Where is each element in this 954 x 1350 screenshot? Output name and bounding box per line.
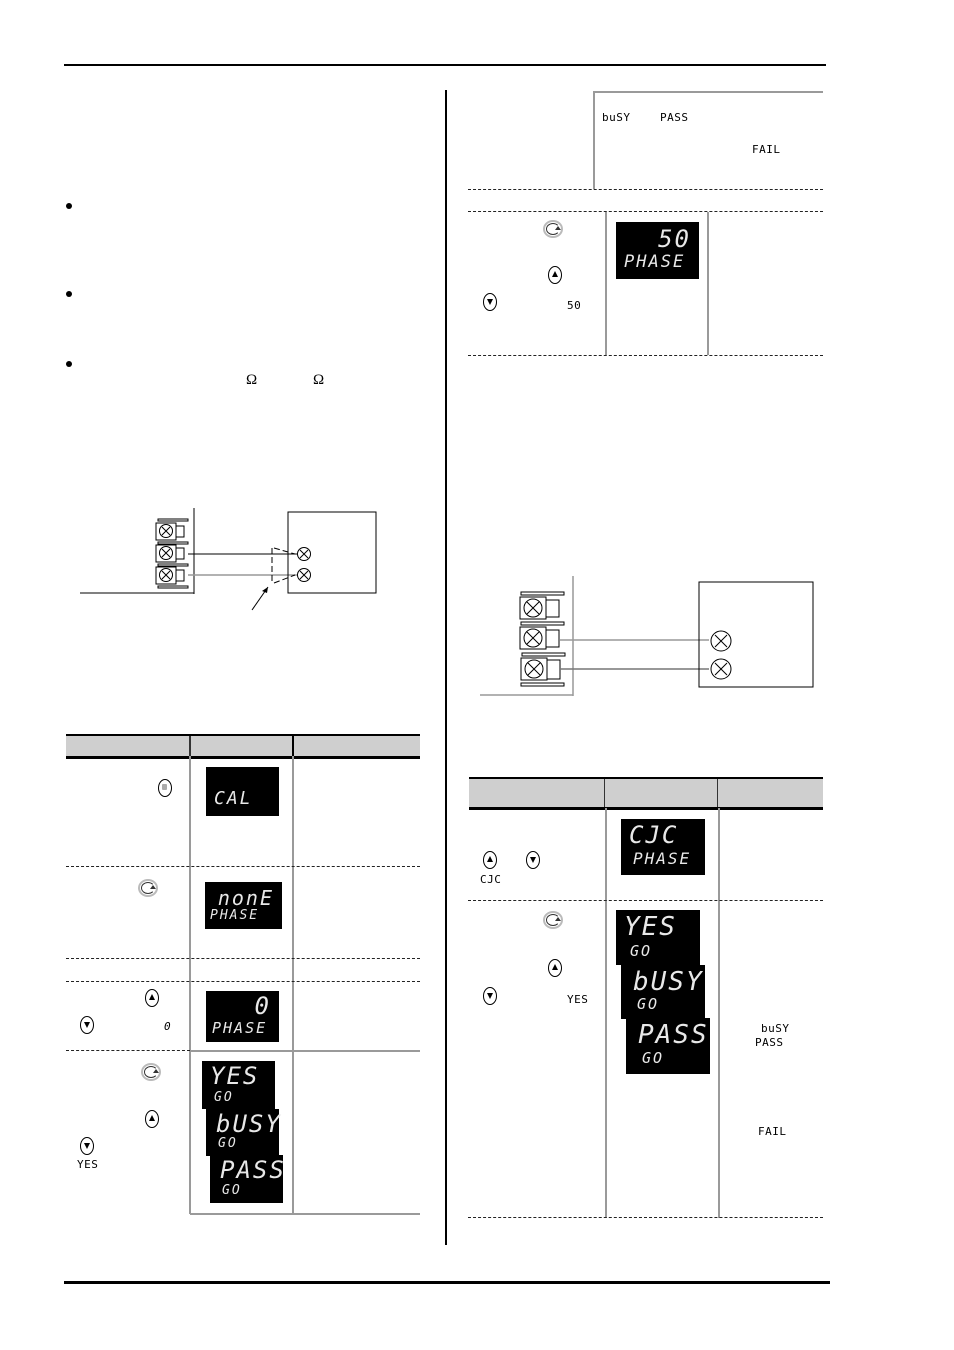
wiring-diagram-right — [480, 576, 814, 696]
lcd-bottom-text: PHASE — [210, 908, 260, 923]
footer-rule — [64, 1281, 830, 1284]
status-fail: FAIL — [752, 143, 781, 156]
header-rule — [64, 64, 826, 66]
inline-value: 0 — [164, 1020, 172, 1033]
status-pass: PASS — [755, 1036, 784, 1049]
column-divider — [445, 90, 447, 1245]
down-arrow-button-icon[interactable] — [526, 851, 540, 869]
lcd-text: CAL — [214, 788, 253, 809]
left-table-col-sep-2 — [292, 756, 294, 1214]
inline-value: YES — [77, 1158, 99, 1171]
left-table-col-sep-1 — [189, 756, 191, 1214]
lcd-bottom-text: GO — [222, 1183, 242, 1198]
lcd-bottom-text: GO — [637, 995, 660, 1013]
lcd-display-cjc-phase: CJC PHASE — [621, 819, 705, 875]
row-divider — [468, 189, 823, 190]
up-arrow-button-icon[interactable] — [548, 959, 562, 977]
lcd-display-busy-go: bUSY GO — [621, 965, 705, 1019]
status-fail: FAIL — [758, 1125, 787, 1138]
row-divider — [468, 900, 823, 901]
down-arrow-button-icon[interactable] — [80, 1016, 94, 1034]
panel-top-border — [593, 91, 823, 93]
status-pass: PASS — [660, 111, 689, 124]
bullet-3 — [66, 361, 72, 367]
page-button-icon[interactable] — [158, 779, 172, 797]
lcd-top-text: bUSY — [216, 1110, 282, 1138]
col-sep — [605, 212, 607, 355]
up-arrow-button-icon[interactable] — [548, 266, 562, 284]
bullet-1 — [66, 203, 72, 209]
row-divider — [66, 958, 420, 959]
lcd-bottom-text: PHASE — [633, 849, 692, 868]
lcd-display-none-phase: nonE PHASE — [205, 882, 282, 929]
left-table-header — [66, 734, 420, 759]
lcd-display-pass-go: PASS GO — [626, 1018, 710, 1074]
status-busy: buSY — [602, 111, 631, 124]
lcd-top-text: YES — [624, 912, 677, 942]
lcd-bottom-text: GO — [214, 1090, 234, 1105]
lcd-bottom-text: PHASE — [624, 252, 686, 272]
lcd-top-text: 0 — [254, 992, 271, 1020]
wiring-diagram-left — [80, 508, 377, 611]
bullet-2 — [66, 291, 72, 297]
scroll-button-icon[interactable] — [141, 1063, 161, 1081]
col-sep — [707, 212, 709, 355]
lcd-display-cal: CAL — [206, 767, 279, 816]
row-divider — [66, 866, 420, 867]
lcd-top-text: YES — [210, 1062, 260, 1090]
lcd-bottom-text: GO — [218, 1136, 238, 1151]
lcd-display-yes-go: YES GO — [202, 1061, 275, 1109]
right-table-col-sep-2 — [718, 808, 720, 1218]
panel-left-border — [593, 91, 595, 189]
reference-source-box — [698, 581, 814, 688]
down-arrow-button-icon[interactable] — [483, 987, 497, 1005]
lcd-top-text: CJC — [629, 821, 679, 849]
right-table-header — [469, 777, 823, 810]
lcd-bottom-text: PHASE — [212, 1019, 268, 1037]
row-divider — [468, 355, 823, 356]
down-arrow-button-icon[interactable] — [80, 1137, 94, 1155]
right-table-col-sep-1 — [605, 808, 607, 1218]
up-arrow-button-icon[interactable] — [145, 989, 159, 1007]
lcd-bottom-text: GO — [630, 942, 653, 960]
source-terminal-icons — [297, 547, 311, 582]
lcd-top-text: bUSY — [633, 967, 704, 997]
up-arrow-button-icon[interactable] — [483, 851, 497, 869]
lcd-top-text: 50 — [658, 225, 691, 253]
lcd-top-text: PASS — [638, 1020, 709, 1050]
row-divider — [468, 1217, 823, 1218]
source-terminal-icons — [710, 630, 732, 680]
omega-symbol: Ω — [246, 372, 258, 388]
shield-dashed — [271, 547, 296, 584]
scroll-button-icon[interactable] — [543, 220, 563, 238]
status-busy: buSY — [761, 1022, 790, 1035]
down-arrow-button-icon[interactable] — [483, 293, 497, 311]
lcd-display-0-phase: 0 PHASE — [206, 991, 279, 1042]
row-divider — [66, 981, 420, 982]
omega-symbol: Ω — [313, 372, 325, 388]
lcd-top-text: nonE — [217, 886, 274, 910]
inline-value: CJC — [480, 873, 502, 886]
row-divider-solid — [190, 1050, 420, 1052]
inline-value: 50 — [567, 299, 582, 312]
lcd-display-busy-go: bUSY GO — [206, 1109, 282, 1156]
inline-value: YES — [567, 993, 589, 1006]
lcd-display-yes-go: YES GO — [616, 910, 700, 965]
up-arrow-button-icon[interactable] — [145, 1110, 159, 1128]
lcd-display-pass-go: PASS GO — [210, 1155, 286, 1203]
scroll-button-icon[interactable] — [543, 911, 563, 929]
lcd-bottom-text: GO — [642, 1049, 665, 1067]
lcd-display-50-phase: 50 PHASE — [616, 222, 699, 279]
lcd-top-text: PASS — [220, 1156, 286, 1184]
scroll-button-icon[interactable] — [138, 879, 158, 897]
row-divider — [468, 211, 823, 212]
row-divider — [66, 1050, 190, 1051]
table-bottom-rule — [190, 1213, 420, 1215]
